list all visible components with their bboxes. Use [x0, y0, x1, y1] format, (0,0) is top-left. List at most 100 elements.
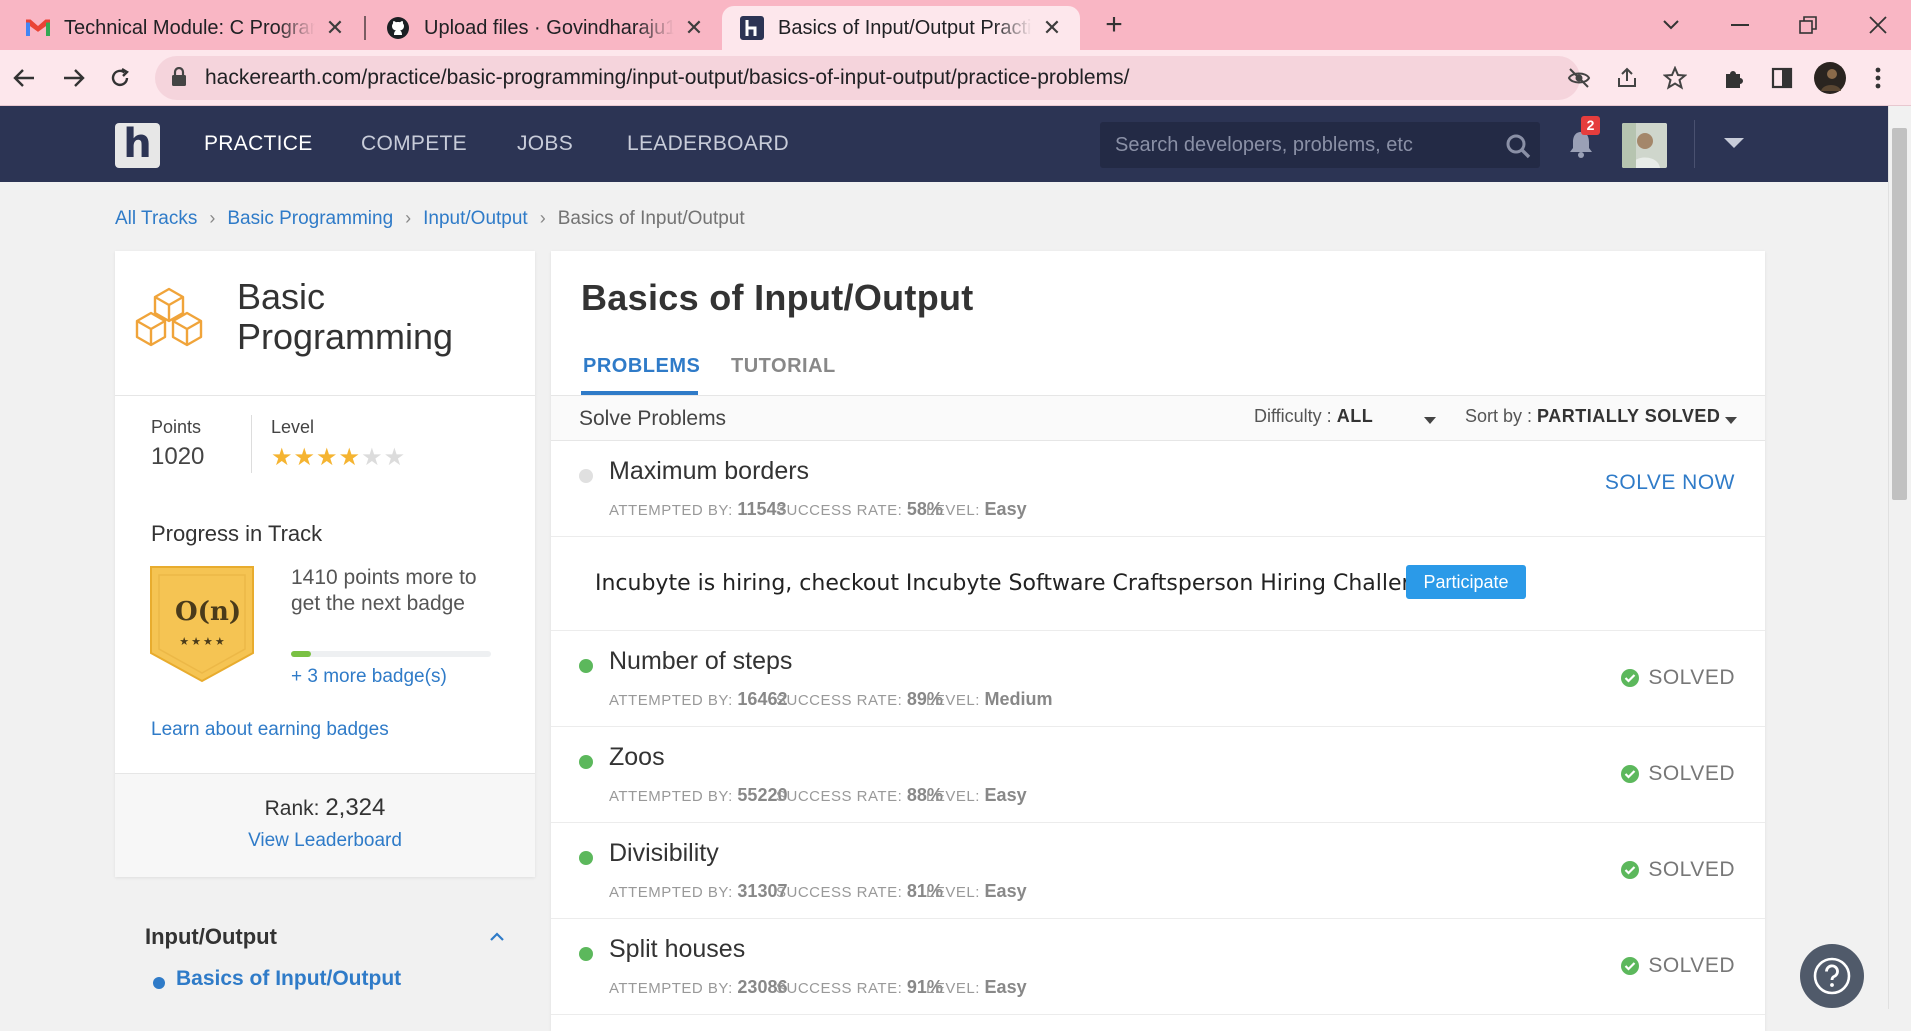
learn-badges-link[interactable]: Learn about earning badges [151, 719, 389, 741]
nav-practice[interactable]: PRACTICE [204, 106, 313, 182]
share-icon[interactable] [1615, 66, 1639, 90]
level-value: Easy [984, 499, 1027, 519]
sort-label: Sort by : [1465, 406, 1533, 426]
profile-avatar-icon[interactable] [1810, 58, 1850, 98]
attempted-by: ATTEMPTED BY: 55220 [609, 785, 787, 806]
success-rate: SUCCESS RATE: 89% [776, 689, 943, 710]
lock-icon[interactable] [171, 66, 189, 89]
search-icon[interactable] [1505, 133, 1531, 164]
search-input[interactable] [1100, 122, 1490, 168]
breadcrumb-current: Basics of Input/Output [557, 208, 745, 229]
close-tab-icon[interactable]: ✕ [325, 15, 345, 41]
solve-problems-label: Solve Problems [579, 407, 727, 430]
badge-stars: ★★★★ [179, 636, 227, 648]
star-empty-icon: ★ [383, 444, 407, 471]
address-bar[interactable]: hackerearth.com/practice/basic-programmi… [155, 56, 1688, 100]
problem-row[interactable]: Number of steps ATTEMPTED BY: 16462 SUCC… [551, 631, 1765, 727]
breadcrumb-all-tracks[interactable]: All Tracks [115, 208, 197, 229]
sidebar-item-basics-io[interactable]: Basics of Input/Output [176, 967, 401, 991]
restore-icon[interactable] [1788, 8, 1828, 42]
difficulty-filter[interactable]: Difficulty : ALL [1254, 396, 1373, 436]
rank-value: 2,324 [325, 794, 386, 821]
success-label: SUCCESS RATE: [776, 692, 903, 709]
nav-jobs[interactable]: JOBS [517, 106, 573, 182]
divider [251, 415, 252, 473]
badge-progress-fill [291, 651, 311, 657]
problem-title[interactable]: Divisibility [609, 839, 719, 868]
new-tab-button[interactable]: + [1094, 8, 1134, 42]
problem-title[interactable]: Maximum borders [609, 457, 809, 486]
star-filled-icon: ★ [271, 444, 294, 471]
close-window-icon[interactable] [1858, 8, 1898, 42]
attempted-label: ATTEMPTED BY: [609, 980, 733, 997]
success-label: SUCCESS RATE: [776, 980, 903, 997]
browser-tab-hackerearth[interactable]: Basics of Input/Output Practice Problems… [722, 6, 1080, 50]
problem-row[interactable]: Divisibility ATTEMPTED BY: 31307 SUCCESS… [551, 823, 1765, 919]
hackerearth-logo[interactable]: h [115, 123, 160, 168]
bookmark-star-icon[interactable] [1662, 65, 1688, 90]
track-summary-card: Basic Programming Points 1020 Level ★★★★… [115, 251, 535, 877]
attempted-label: ATTEMPTED BY: [609, 502, 733, 519]
problem-row[interactable]: Zoos ATTEMPTED BY: 55220 SUCCESS RATE: 8… [551, 727, 1765, 823]
level: LEVEL: Medium [926, 689, 1053, 710]
user-menu-caret-icon[interactable] [1722, 136, 1746, 152]
view-leaderboard-link[interactable]: View Leaderboard [115, 830, 535, 852]
success-label: SUCCESS RATE: [776, 788, 903, 805]
user-avatar[interactable] [1622, 123, 1667, 168]
breadcrumb-input-output[interactable]: Input/Output [423, 208, 528, 229]
next-badge-text: 1410 points more to get the next badge [291, 566, 477, 615]
breadcrumb-basic-programming[interactable]: Basic Programming [227, 208, 393, 229]
problem-row[interactable]: Maximum borders ATTEMPTED BY: 11543 SUCC… [551, 441, 1765, 537]
more-badges-link[interactable]: + 3 more badge(s) [291, 666, 447, 688]
success-label: SUCCESS RATE: [776, 502, 903, 519]
tab-problems[interactable]: PROBLEMS [583, 355, 700, 378]
problem-title[interactable]: Number of steps [609, 647, 792, 676]
back-arrow-icon[interactable] [4, 58, 44, 98]
participate-button[interactable]: Participate [1406, 565, 1526, 599]
track-title: Basic Programming [237, 276, 454, 357]
filter-bar: Solve Problems Difficulty : ALL Sort by … [551, 395, 1765, 441]
problems-card: Basics of Input/Output PROBLEMS TUTORIAL… [551, 251, 1765, 1031]
tab-search-icon[interactable] [1651, 8, 1691, 42]
level: LEVEL: Easy [926, 785, 1027, 806]
minimize-icon[interactable] [1720, 8, 1760, 42]
nav-compete[interactable]: COMPETE [361, 106, 467, 182]
level: LEVEL: Easy [926, 977, 1027, 998]
forward-arrow-icon[interactable] [54, 58, 94, 98]
extensions-icon[interactable] [1714, 58, 1754, 98]
caret-down-icon[interactable] [1725, 412, 1737, 424]
tab-tutorial[interactable]: TUTORIAL [731, 355, 836, 378]
status-dot [579, 755, 593, 769]
nav-leaderboard[interactable]: LEADERBOARD [627, 106, 789, 182]
problem-title[interactable]: Zoos [609, 743, 665, 772]
browser-tab-github[interactable]: Upload files · Govindharaju19/0_C ✕ [368, 6, 722, 50]
difficulty-label: Difficulty : [1254, 406, 1332, 426]
problem-title[interactable]: Split houses [609, 935, 745, 964]
success-label: SUCCESS RATE: [776, 884, 903, 901]
level-value: Easy [984, 977, 1027, 997]
solve-now-button[interactable]: SOLVE NOW [1605, 471, 1735, 495]
browser-tab-gmail[interactable]: Technical Module: C Programming ✕ [8, 6, 363, 50]
search-box [1100, 122, 1540, 168]
rank-label: Rank: [264, 797, 320, 820]
sort-dropdown[interactable]: Sort by : PARTIALLY SOLVED [1465, 396, 1720, 436]
chrome-menu-icon[interactable] [1858, 58, 1898, 98]
chevron-up-icon[interactable] [488, 930, 506, 942]
problem-row[interactable]: Split houses ATTEMPTED BY: 23086 SUCCESS… [551, 919, 1765, 1015]
side-panel-icon[interactable] [1762, 58, 1802, 98]
points-value: 1020 [151, 443, 205, 470]
reload-icon[interactable] [100, 58, 140, 98]
active-bullet-icon [153, 977, 165, 989]
points-label: Points [151, 417, 202, 437]
eye-off-icon[interactable] [1567, 66, 1591, 90]
help-button[interactable] [1800, 944, 1864, 1008]
scrollbar-thumb[interactable] [1892, 128, 1907, 500]
section-title-input-output[interactable]: Input/Output [145, 924, 277, 950]
solved-status: SOLVED [1620, 858, 1735, 882]
progress-title: Progress in Track [151, 521, 323, 546]
caret-down-icon[interactable] [1424, 412, 1436, 424]
solved-status: SOLVED [1620, 666, 1735, 690]
close-tab-icon[interactable]: ✕ [1042, 15, 1062, 41]
hiring-banner: Incubyte is hiring, checkout Incubyte So… [551, 537, 1765, 631]
close-tab-icon[interactable]: ✕ [684, 15, 704, 41]
